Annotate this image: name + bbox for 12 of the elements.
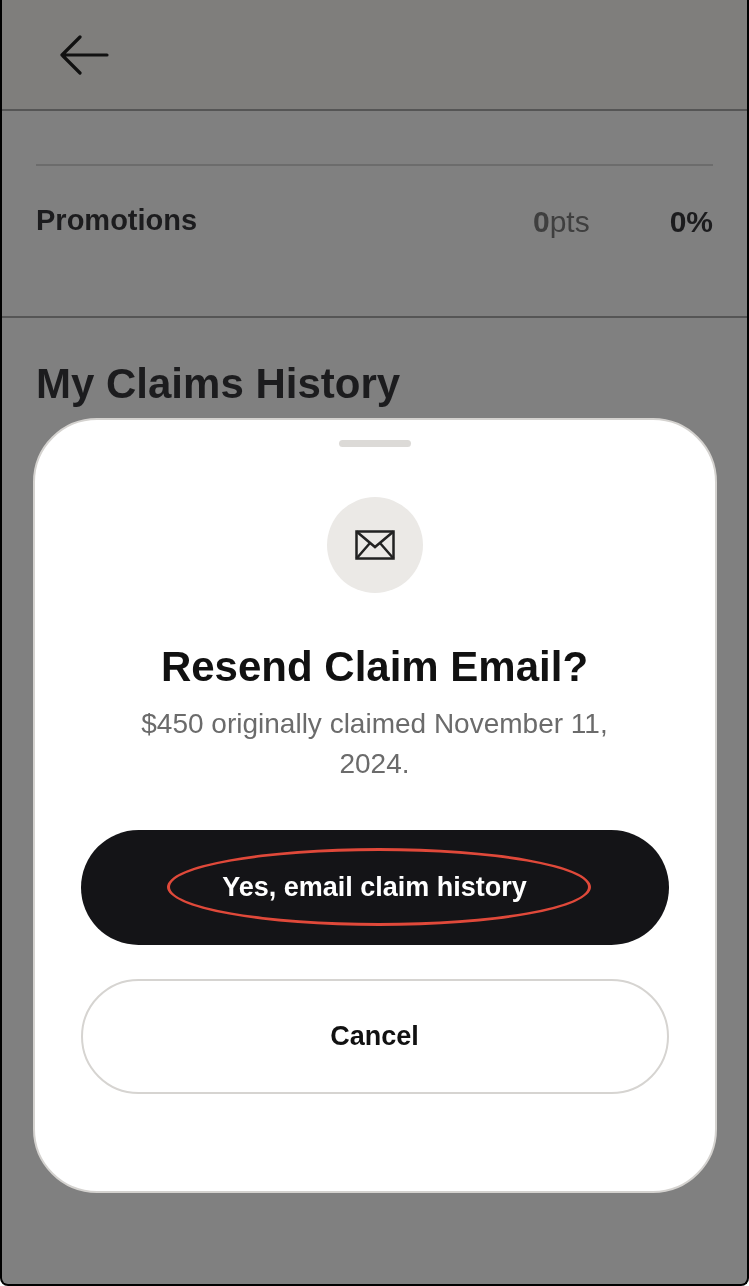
envelope-icon bbox=[354, 530, 395, 560]
section-heading: My Claims History bbox=[36, 359, 402, 409]
back-button[interactable] bbox=[58, 32, 110, 77]
percent-value: 0% bbox=[668, 203, 713, 240]
back-arrow-icon bbox=[59, 34, 109, 75]
points-value: 0pts bbox=[533, 203, 591, 240]
cancel-button[interactable]: Cancel bbox=[80, 979, 669, 1094]
row-label: Promotions bbox=[36, 203, 199, 239]
dialog-title: Resend Claim Email? bbox=[160, 642, 589, 692]
dialog-message: $450 originally claimed November 11, 2024. bbox=[140, 707, 609, 781]
drag-handle[interactable] bbox=[338, 440, 411, 447]
confirm-button[interactable]: Yes, email claim history bbox=[80, 830, 669, 945]
